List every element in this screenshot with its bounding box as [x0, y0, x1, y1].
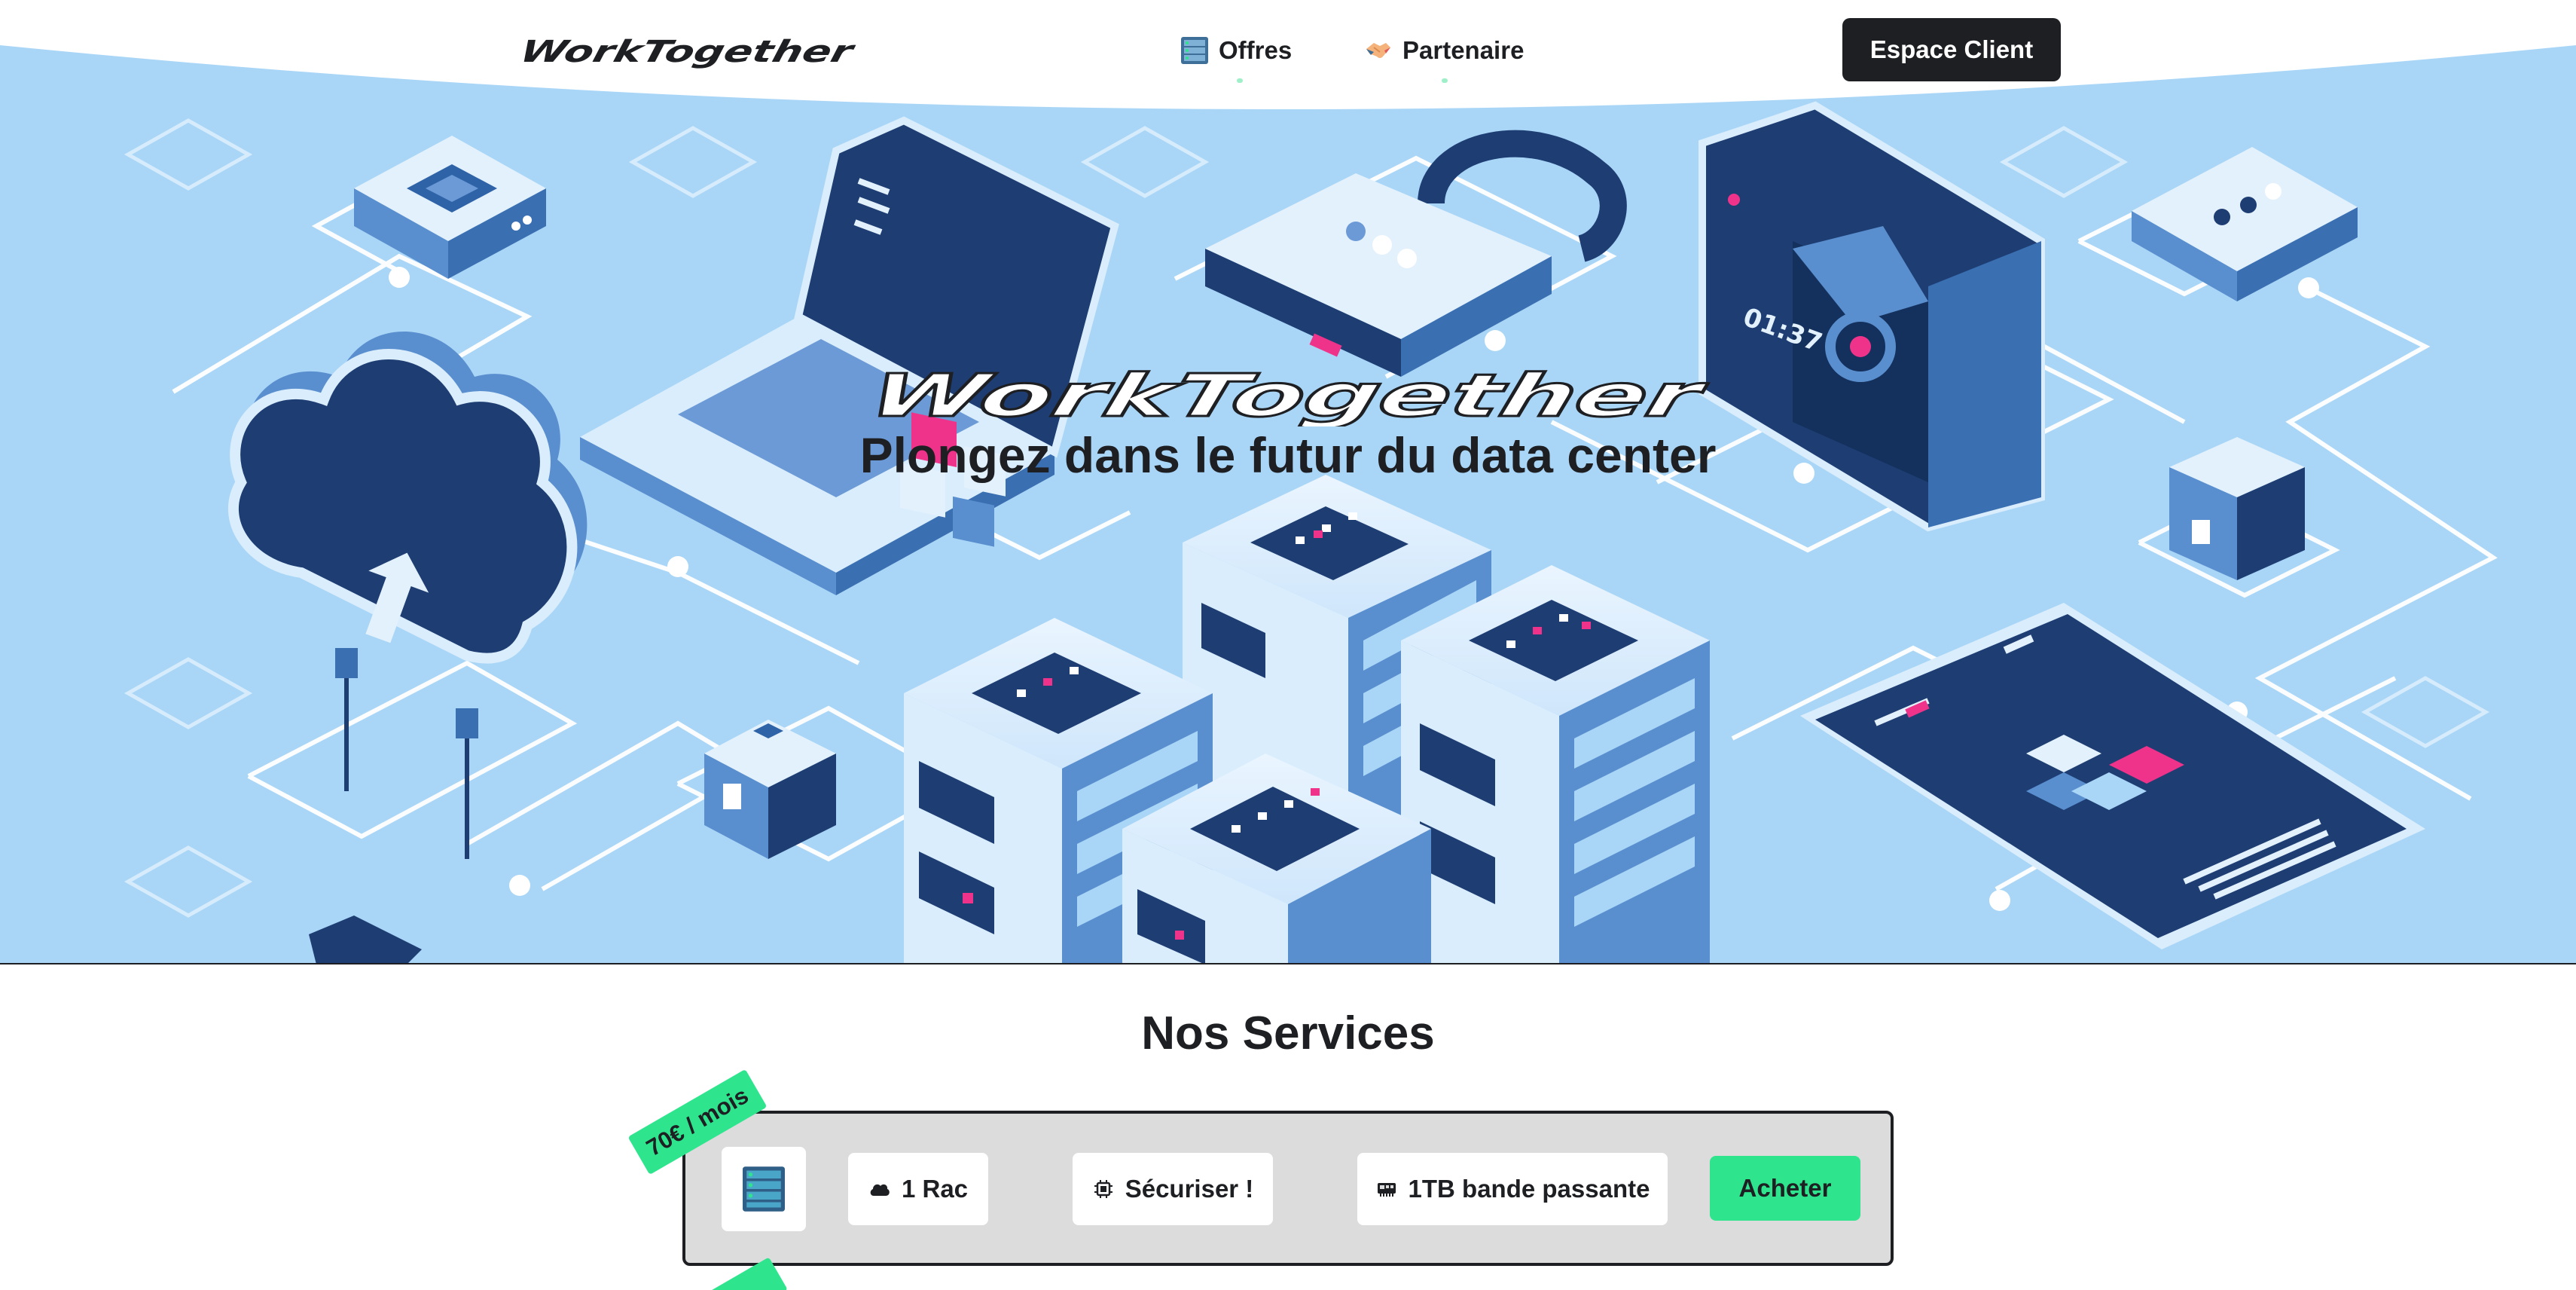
services-title: Nos Services — [1141, 1007, 1435, 1059]
brand-logo[interactable]: WorkTogether — [514, 34, 868, 69]
brand-logo-text: WorkTogether — [517, 35, 860, 69]
network-card-icon — [1377, 1183, 1396, 1197]
nav-indicator — [1237, 78, 1243, 83]
nav-link-offres[interactable]: Offres — [1180, 32, 1293, 83]
cloud-icon — [870, 1184, 890, 1196]
buy-button[interactable]: Acheter — [1710, 1156, 1860, 1221]
hero-logo: WorkTogether — [861, 366, 1716, 426]
feature-rack: 1 Rac — [848, 1153, 988, 1225]
feature-security-label: Sécuriser ! — [1125, 1175, 1254, 1203]
nav-link-partenaire-label: Partenaire — [1402, 36, 1525, 64]
hero-subtitle: Plongez dans le futur du data center — [859, 427, 1717, 483]
feature-bandwidth: 1TB bande passante — [1357, 1153, 1668, 1225]
feature-rack-label: 1 Rac — [901, 1175, 969, 1203]
hero-divider — [0, 963, 2576, 964]
server-rack-icon — [743, 1166, 785, 1212]
nav-indicator — [1442, 78, 1448, 83]
espace-client-button[interactable]: Espace Client — [1842, 18, 2061, 81]
nav-link-partenaire[interactable]: Partenaire — [1363, 32, 1525, 83]
server-rack-icon — [1181, 37, 1208, 64]
feature-bandwidth-label: 1TB bande passante — [1408, 1175, 1650, 1203]
chip-icon — [1094, 1180, 1113, 1198]
feature-security: Sécuriser ! — [1073, 1153, 1273, 1225]
service-image — [722, 1147, 806, 1231]
nav-link-offres-label: Offres — [1219, 36, 1293, 64]
hero-logo-text: WorkTogether — [862, 366, 1715, 426]
handshake-icon — [1366, 43, 1390, 58]
